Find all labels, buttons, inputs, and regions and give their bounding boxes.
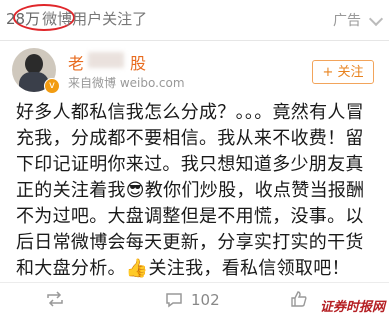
watermark: 证券时报网: [319, 300, 385, 315]
header-bar: 28万 微博用户关注了 广告: [0, 0, 389, 41]
comment-icon: [165, 292, 183, 308]
follow-count-number: 28万: [6, 10, 41, 28]
follow-count-text: 微博用户关注了: [42, 10, 148, 28]
author-name-start: 老: [68, 54, 85, 73]
chevron-down-icon[interactable]: [368, 11, 384, 27]
author-block: v 老 股 来自微博 weibo.com + 关注: [12, 48, 382, 98]
post-source: 来自微博 weibo.com: [68, 76, 185, 90]
follow-button[interactable]: + 关注: [312, 60, 374, 84]
comment-button[interactable]: 102: [165, 291, 220, 309]
ad-label: 广告: [333, 13, 361, 29]
name-blur: [88, 52, 124, 68]
action-bar: 102 证券时报网: [0, 282, 389, 317]
follow-count: 28万 微博用户关注了: [6, 8, 147, 29]
author-name-end: 股: [130, 54, 147, 73]
repost-button[interactable]: [46, 291, 72, 307]
verified-badge-icon: v: [44, 78, 60, 94]
like-button[interactable]: [290, 291, 316, 307]
post-content: 好多人都私信我怎么分成？。。。竟然有人冒充我，分成都不要相信。我从来不收费！留下…: [16, 102, 365, 279]
repost-icon: [46, 291, 64, 307]
thumbs-up-icon: [290, 291, 308, 307]
comment-count: 102: [191, 291, 220, 309]
